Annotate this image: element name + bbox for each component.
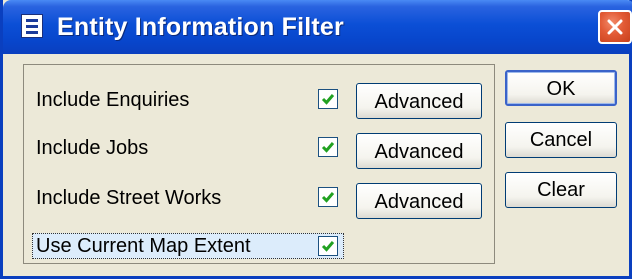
enquiries-advanced-button[interactable]: Advanced	[356, 83, 482, 119]
close-icon	[607, 19, 623, 35]
checkmark-icon	[321, 142, 335, 153]
use-current-map-extent-label: Use Current Map Extent	[36, 235, 251, 257]
use-current-map-extent-checkbox[interactable]	[318, 236, 338, 256]
include-enquiries-label: Include Enquiries	[36, 89, 190, 111]
include-street-works-checkbox[interactable]	[318, 187, 338, 207]
checkmark-icon	[321, 192, 335, 203]
include-jobs-checkbox[interactable]	[318, 137, 338, 157]
title-bar[interactable]: Entity Information Filter	[3, 0, 632, 54]
jobs-advanced-button[interactable]: Advanced	[356, 133, 482, 169]
filter-options-panel: Include Enquiries Advanced Include Jobs …	[23, 64, 495, 264]
include-jobs-label: Include Jobs	[36, 137, 149, 159]
checkmark-icon	[321, 241, 335, 252]
clear-button[interactable]: Clear	[505, 172, 617, 208]
include-enquiries-checkbox[interactable]	[318, 89, 338, 109]
entity-information-filter-dialog: Entity Information Filter Include Enquir…	[0, 0, 632, 279]
close-button[interactable]	[598, 10, 632, 44]
checkmark-icon	[321, 94, 335, 105]
street-works-advanced-button[interactable]: Advanced	[356, 183, 482, 219]
window-title: Entity Information Filter	[57, 13, 344, 41]
ok-button[interactable]: OK	[505, 70, 617, 106]
include-street-works-label: Include Street Works	[36, 187, 222, 209]
cancel-button[interactable]: Cancel	[505, 122, 617, 158]
form-icon	[21, 14, 43, 38]
